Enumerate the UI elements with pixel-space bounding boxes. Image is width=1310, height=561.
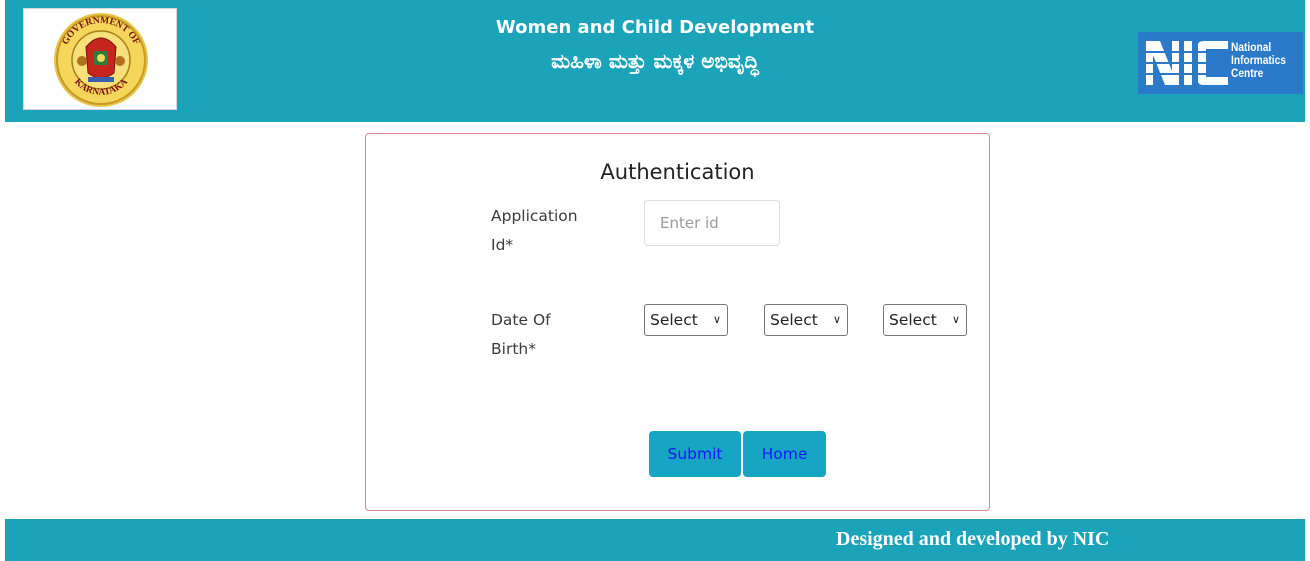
dob-month-select[interactable]: Select ∨ (764, 304, 848, 336)
dob-year-value: Select (889, 311, 937, 329)
page-subtitle-kannada: ಮಹಿಳಾ ಮತ್ತು ಮಕ್ಕಳ ಅಭಿವೃದ್ಧಿ (551, 49, 759, 73)
site-footer: Designed and developed by NIC (5, 519, 1305, 561)
application-id-label-line1: Application (491, 207, 578, 225)
dob-label: Date Of Birth* (491, 306, 601, 364)
dob-day-select[interactable]: Select ∨ (644, 304, 728, 336)
nic-logo: National Informatics Centre (1138, 32, 1303, 94)
nic-text-line3: Centre (1231, 66, 1264, 80)
application-id-label-line2: Id* (491, 236, 514, 254)
site-header: GOVERNMENT OF KARNATAKA Women and Child … (5, 0, 1305, 122)
chevron-down-icon: ∨ (951, 313, 960, 326)
dob-month-value: Select (770, 311, 818, 329)
dob-label-line1: Date Of (491, 311, 551, 329)
submit-button[interactable]: Submit (649, 431, 741, 477)
page-title: Women and Child Development (495, 17, 815, 38)
dob-label-line2: Birth* (491, 340, 536, 358)
authentication-title: Authentication (600, 160, 755, 184)
chevron-down-icon: ∨ (712, 313, 721, 326)
application-id-label: Application Id* (491, 202, 601, 260)
footer-credit: Designed and developed by NIC (836, 528, 1110, 550)
authentication-card: Authentication Application Id* Date Of B… (365, 133, 990, 511)
dob-day-value: Select (650, 311, 698, 329)
nic-logo-icon (1146, 41, 1228, 85)
application-id-input[interactable] (644, 200, 780, 246)
home-button[interactable]: Home (743, 431, 826, 477)
dob-year-select[interactable]: Select ∨ (883, 304, 967, 336)
chevron-down-icon: ∨ (832, 313, 841, 326)
